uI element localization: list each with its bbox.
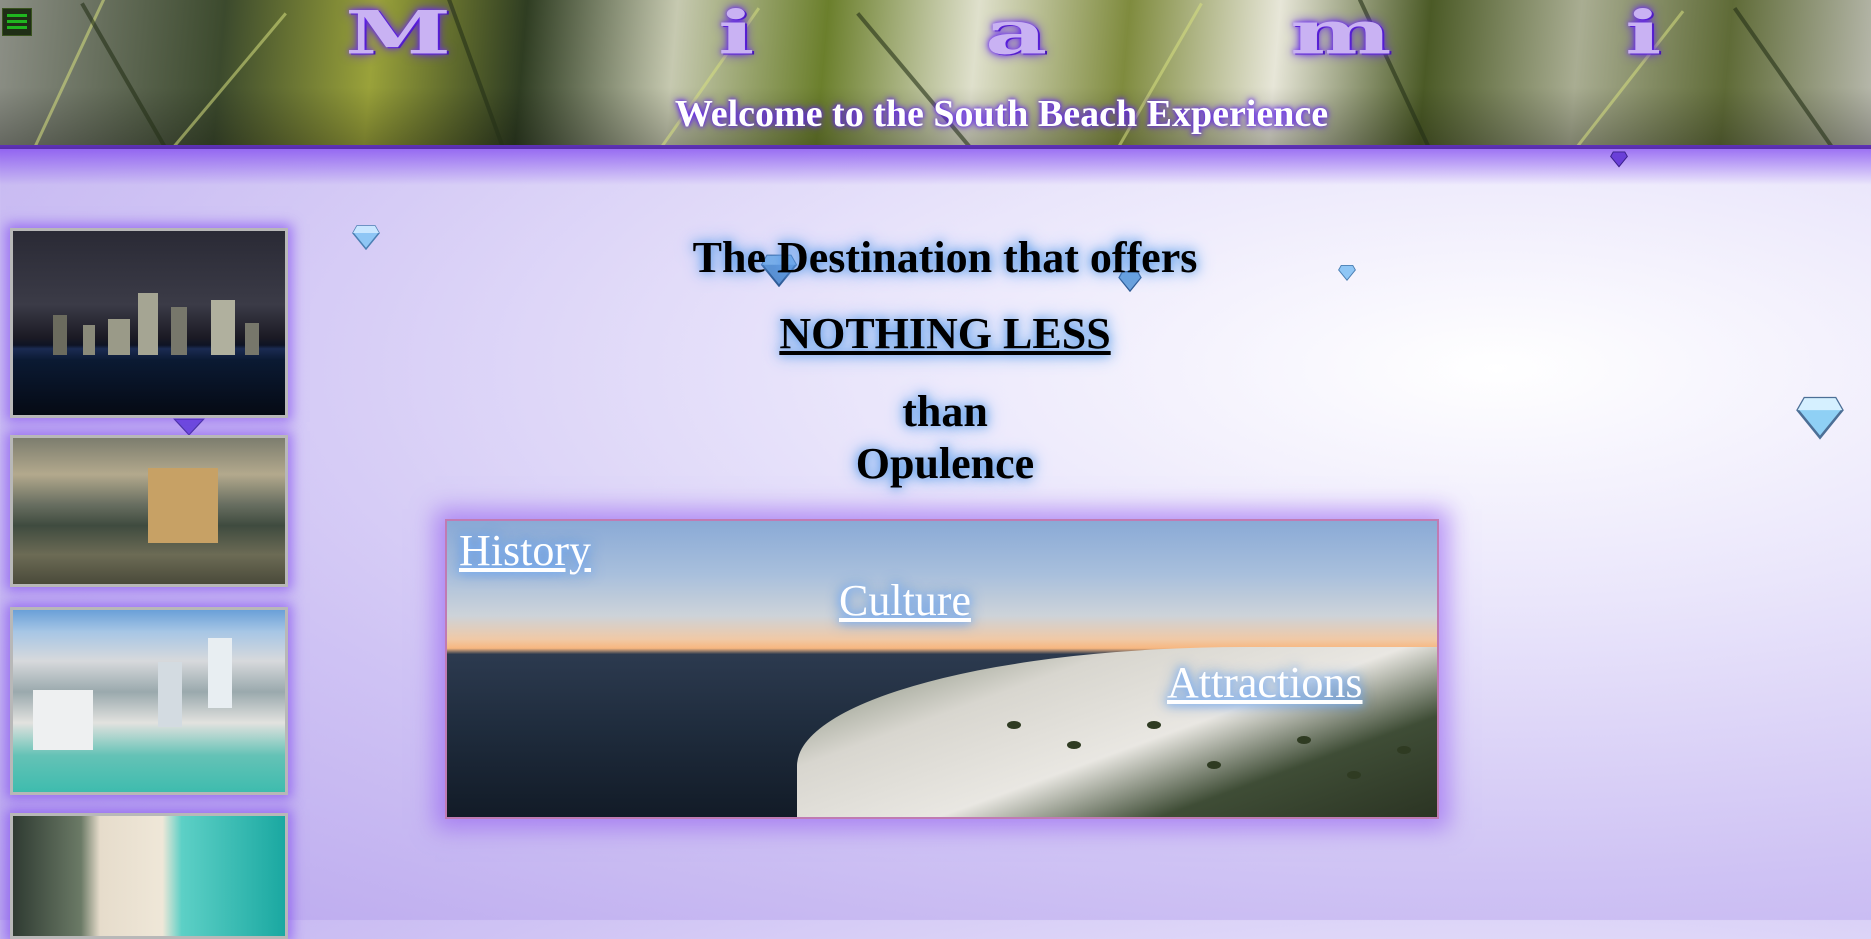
title-letter-i: i bbox=[1625, 0, 1662, 68]
header-subtitle: Welcome to the South Beach Experience bbox=[674, 93, 1329, 135]
tower-building bbox=[158, 662, 182, 727]
tagline-line-3: than bbox=[902, 387, 988, 436]
tagline-line-2: NOTHING LESS bbox=[779, 309, 1111, 358]
diamond-icon bbox=[173, 418, 205, 436]
diamond-icon bbox=[352, 225, 380, 250]
thumbnail-night-skyline[interactable] bbox=[10, 228, 288, 418]
diamond-icon bbox=[1610, 151, 1628, 168]
header-banner: M i a m i Welcome to the South Beach Exp… bbox=[0, 0, 1871, 149]
thumbnail-aerial-beachfront[interactable] bbox=[10, 607, 288, 795]
tagline-line-1: The Destination that offers bbox=[692, 233, 1198, 282]
resort-building bbox=[148, 468, 218, 543]
attractions-link[interactable]: Attractions bbox=[1167, 657, 1363, 708]
thumbnail-beach-resort[interactable] bbox=[10, 435, 288, 587]
title-letter-m: M bbox=[345, 0, 452, 68]
title-letter-a: a bbox=[985, 0, 1048, 68]
title-letter-m: m bbox=[1290, 0, 1392, 68]
culture-link[interactable]: Culture bbox=[839, 575, 971, 626]
history-link[interactable]: History bbox=[459, 525, 591, 576]
tower-building bbox=[208, 638, 232, 708]
diamond-icon bbox=[1796, 396, 1844, 440]
header-glow bbox=[0, 145, 1871, 185]
hamburger-menu-icon[interactable] bbox=[2, 8, 32, 36]
tagline-line-4: Opulence bbox=[855, 439, 1035, 488]
thumbnail-aerial-shore[interactable] bbox=[10, 813, 288, 939]
tower-building bbox=[33, 690, 93, 750]
title-letter-i: i bbox=[718, 0, 755, 68]
hero-beach-panorama: History Culture Attractions bbox=[445, 519, 1439, 819]
